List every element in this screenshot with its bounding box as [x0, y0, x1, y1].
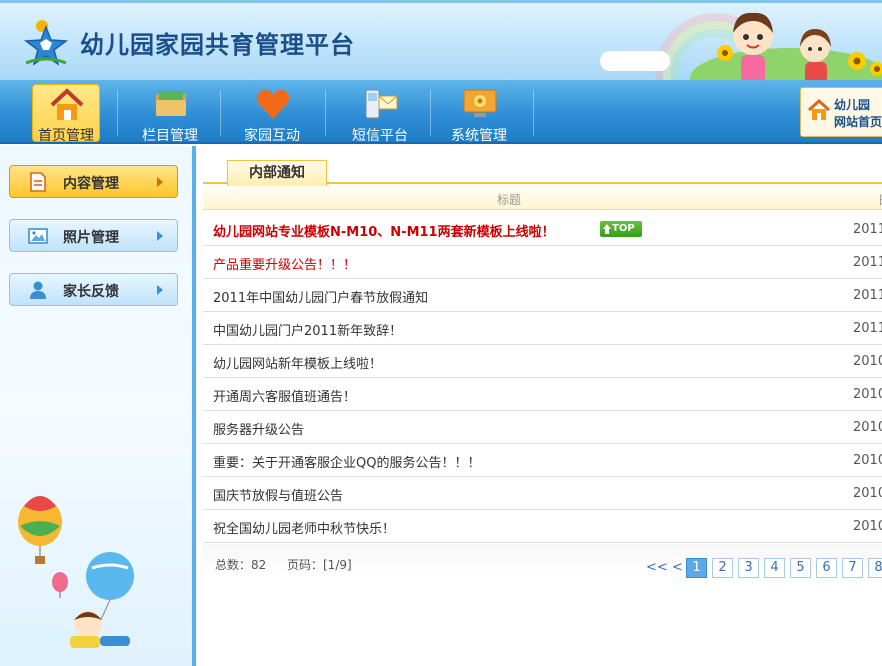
table-row: 服务器升级公告 2010 — [203, 411, 882, 444]
notice-date: 2010 — [853, 486, 882, 501]
page-number-button[interactable]: 2 — [712, 558, 733, 578]
sidebar-item-photos[interactable]: 照片管理 — [9, 219, 178, 252]
nav-divider — [533, 90, 534, 136]
site-home-link[interactable]: 幼儿园 网站首页 — [800, 87, 882, 137]
nav-label: 系统管理 — [451, 128, 507, 144]
first-page-link[interactable]: << — [646, 560, 668, 575]
nav-label: 家园互动 — [244, 128, 300, 144]
total-count: 总数：82 — [215, 558, 267, 572]
notice-title-link[interactable]: 服务器升级公告 — [213, 419, 304, 438]
table-row: 开通周六客服值班通告！ 2010 — [203, 378, 882, 411]
kids-illustration — [717, 12, 882, 80]
nav-label: 短信平台 — [352, 128, 408, 144]
notice-title-link[interactable]: 国庆节放假与值班公告 — [213, 485, 343, 504]
table-header: 标题 日 — [203, 186, 882, 210]
prev-page-link[interactable]: < — [672, 560, 683, 575]
site-home-label: 网站首页 — [834, 115, 882, 129]
nav-label: 栏目管理 — [142, 128, 198, 144]
table-row: 2011年中国幼儿园门户春节放假通知 2011 — [203, 279, 882, 312]
nav-divider — [220, 90, 221, 136]
table-row: 国庆节放假与值班公告 2010 — [203, 477, 882, 510]
notice-date: 2010 — [853, 453, 882, 468]
home-icon — [807, 98, 831, 120]
nav-home-management[interactable]: 首页管理 — [32, 84, 100, 144]
notice-title-link[interactable]: 祝全国幼儿园老师中秋节快乐！ — [213, 518, 395, 537]
page-number-button[interactable]: 7 — [842, 558, 863, 578]
page-number-button[interactable]: 6 — [816, 558, 837, 578]
heart-icon — [256, 89, 290, 119]
table-row: 祝全国幼儿园老师中秋节快乐！ 2010 — [203, 510, 882, 543]
star-logo-icon — [23, 20, 69, 66]
notice-date: 2011 — [853, 255, 882, 270]
notice-date: 2010 — [853, 387, 882, 402]
notice-title-link[interactable]: 开通周六客服值班通告！ — [213, 386, 356, 405]
notice-title-link[interactable]: 幼儿园网站新年模板上线啦！ — [213, 353, 382, 372]
notice-title-link[interactable]: 中国幼儿园门户2011新年致辞！ — [213, 320, 402, 339]
nav-label: 首页管理 — [38, 128, 94, 144]
page-number-button[interactable]: 4 — [764, 558, 785, 578]
balloon-illustration — [0, 496, 134, 666]
sidebar-item-label: 家长反馈 — [63, 284, 119, 300]
notice-title-link[interactable]: 重要：关于开通客服企业QQ的服务公告！！！ — [213, 452, 480, 471]
top-badge-icon: TOP — [600, 221, 642, 237]
phone-message-icon — [365, 89, 398, 119]
site-home-label: 幼儿园 — [834, 98, 871, 112]
image-icon — [28, 228, 48, 244]
table-row: 幼儿园网站新年模板上线啦！ 2010 — [203, 345, 882, 378]
arrow-right-icon — [157, 177, 163, 187]
nav-system-management[interactable]: 系统管理 — [434, 80, 524, 144]
cloud-decoration — [600, 51, 670, 71]
main-content: 内部通知 标题 日 幼儿园网站专业模板N-M10、N-M11两套新模板上线啦！ T… — [203, 146, 882, 666]
page-number-button[interactable]: 1 — [686, 558, 707, 578]
tab-bar: 内部通知 — [203, 158, 882, 186]
column-header-date: 日 — [878, 191, 882, 208]
page-number-button[interactable]: 8 — [868, 558, 882, 578]
notice-date: 2010 — [853, 519, 882, 534]
page-info: 页码：[1/9] — [287, 558, 352, 572]
column-header-title: 标题 — [497, 193, 522, 207]
notice-date: 2010 — [853, 354, 882, 369]
table-row: 重要：关于开通客服企业QQ的服务公告！！！ 2010 — [203, 444, 882, 477]
sidebar-item-feedback[interactable]: 家长反馈 — [9, 273, 178, 306]
nav-column-management[interactable]: 栏目管理 — [125, 80, 215, 144]
arrow-right-icon — [157, 285, 163, 295]
user-icon — [30, 281, 46, 299]
tab-internal-notice[interactable]: 内部通知 — [227, 160, 327, 186]
nav-divider — [325, 90, 326, 136]
sidebar: 内容管理 照片管理 家长反馈 — [0, 146, 196, 666]
folder-icon — [156, 91, 186, 116]
table-row: 产品重要升级公告！！！ 2011 — [203, 246, 882, 279]
document-icon — [30, 172, 46, 192]
notice-title-link[interactable]: 幼儿园网站专业模板N-M10、N-M11两套新模板上线啦！ — [213, 221, 555, 240]
notice-title-link[interactable]: 2011年中国幼儿园门户春节放假通知 — [213, 287, 428, 306]
monitor-gear-icon — [463, 89, 497, 117]
sidebar-item-content[interactable]: 内容管理 — [9, 165, 178, 198]
home-icon — [50, 88, 84, 120]
notice-date: 2010 — [853, 420, 882, 435]
table-row: 幼儿园网站专业模板N-M10、N-M11两套新模板上线啦！ TOP 2011 — [203, 213, 882, 246]
notice-date: 2011 — [853, 222, 882, 237]
header-banner: 幼儿园家园共育管理平台 — [0, 0, 882, 80]
nav-sms-platform[interactable]: 短信平台 — [335, 80, 425, 144]
notice-date: 2011 — [853, 321, 882, 336]
nav-divider — [117, 90, 118, 136]
pagination-bar: 总数：82 页码：[1/9] << < 12345678 — [203, 544, 882, 580]
site-title: 幼儿园家园共育管理平台 — [80, 31, 355, 59]
page-number-button[interactable]: 5 — [790, 558, 811, 578]
notice-title-link[interactable]: 产品重要升级公告！！！ — [213, 254, 356, 273]
nav-home-interaction[interactable]: 家园互动 — [227, 80, 317, 144]
table-row: 中国幼儿园门户2011新年致辞！ 2011 — [203, 312, 882, 345]
notice-date: 2011 — [853, 288, 882, 303]
sidebar-item-label: 内容管理 — [63, 176, 119, 192]
main-nav: 首页管理 栏目管理 家园互动 短信平台 系统管理 幼儿园 网站首页 — [0, 80, 882, 144]
nav-divider — [430, 90, 431, 136]
sidebar-item-label: 照片管理 — [63, 230, 119, 246]
arrow-right-icon — [157, 231, 163, 241]
page-number-button[interactable]: 3 — [738, 558, 759, 578]
